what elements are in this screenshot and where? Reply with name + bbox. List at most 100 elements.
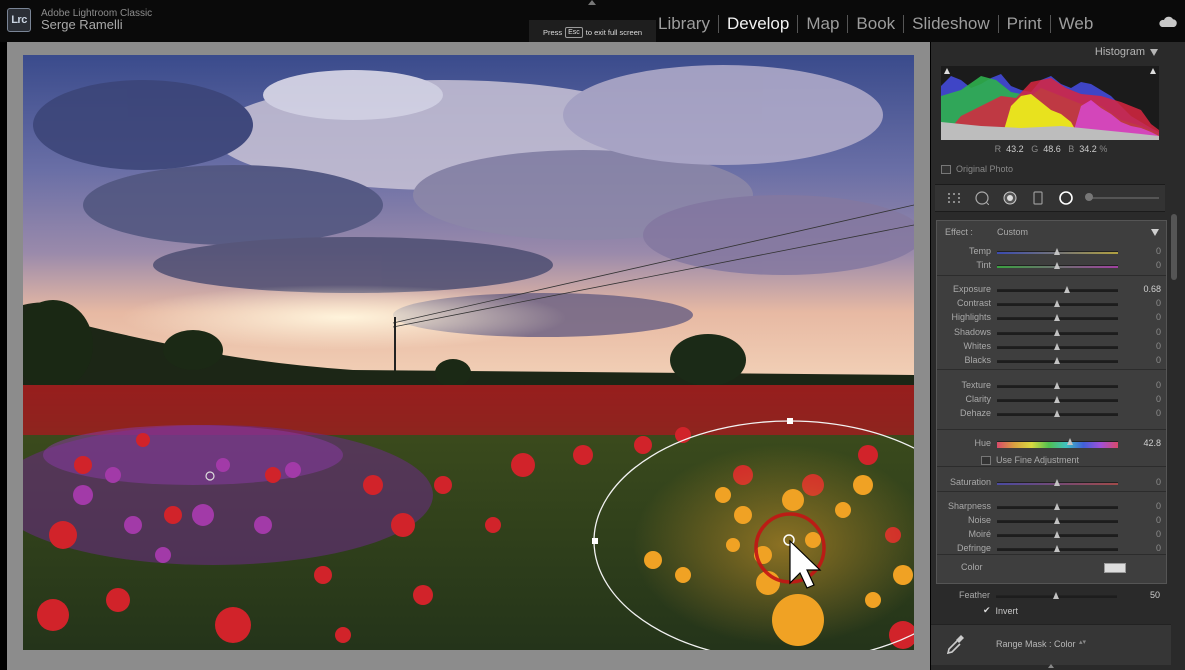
original-photo-toggle[interactable]: Original Photo bbox=[941, 164, 1013, 174]
hue-value[interactable]: 42.8 bbox=[1143, 438, 1161, 448]
exposure-slider[interactable] bbox=[997, 286, 1118, 293]
show-top-panel-arrow-icon[interactable] bbox=[588, 0, 596, 5]
highlights-value[interactable]: 0 bbox=[1156, 312, 1161, 322]
module-develop[interactable]: Develop bbox=[719, 14, 797, 34]
collapse-triangle-icon[interactable] bbox=[1150, 49, 1158, 56]
whites-slider[interactable] bbox=[997, 343, 1118, 350]
cloud-icon[interactable] bbox=[1158, 16, 1178, 28]
contrast-slider[interactable] bbox=[997, 300, 1118, 307]
texture-label: Texture bbox=[961, 380, 991, 390]
blacks-slider[interactable] bbox=[997, 357, 1118, 364]
histogram-header[interactable]: Histogram bbox=[931, 42, 1171, 62]
tint-value[interactable]: 0 bbox=[1156, 260, 1161, 270]
texture-slider-thumb[interactable] bbox=[1054, 382, 1060, 389]
module-print[interactable]: Print bbox=[999, 14, 1050, 34]
dropdown-arrows-icon[interactable]: ▴▾ bbox=[1079, 638, 1086, 646]
adjustment-brush-size-slider[interactable] bbox=[1085, 193, 1159, 201]
clarity-slider-row: Clarity 0 bbox=[937, 393, 1166, 407]
clarity-value[interactable]: 0 bbox=[1156, 394, 1161, 404]
temp-slider-thumb[interactable] bbox=[1054, 248, 1060, 255]
hue-slider-thumb[interactable] bbox=[1067, 438, 1074, 445]
effect-preset-row[interactable]: Effect : Custom bbox=[937, 226, 1166, 240]
module-slideshow[interactable]: Slideshow bbox=[904, 14, 998, 34]
radial-filter-icon[interactable] bbox=[1059, 191, 1073, 205]
sharpness-slider-thumb[interactable] bbox=[1054, 503, 1060, 510]
tint-slider-thumb[interactable] bbox=[1054, 262, 1060, 269]
user-name[interactable]: Serge Ramelli bbox=[41, 17, 123, 32]
saturation-slider[interactable] bbox=[997, 479, 1118, 486]
tint-slider[interactable] bbox=[997, 262, 1118, 269]
photo-preview[interactable] bbox=[23, 55, 914, 650]
shadows-value[interactable]: 0 bbox=[1156, 327, 1161, 337]
spot-removal-icon[interactable] bbox=[975, 191, 989, 205]
temp-label: Temp bbox=[968, 246, 991, 256]
whites-slider-thumb[interactable] bbox=[1054, 343, 1060, 350]
defringe-slider[interactable] bbox=[997, 545, 1118, 552]
saturation-value[interactable]: 0 bbox=[1156, 477, 1161, 487]
exposure-slider-thumb[interactable] bbox=[1063, 286, 1070, 293]
dehaze-value[interactable]: 0 bbox=[1156, 408, 1161, 418]
shadows-slider[interactable] bbox=[997, 329, 1118, 336]
defringe-value[interactable]: 0 bbox=[1156, 543, 1161, 553]
hue-slider[interactable] bbox=[997, 438, 1118, 448]
dehaze-slider[interactable] bbox=[997, 410, 1118, 417]
feather-slider-thumb[interactable] bbox=[1053, 592, 1059, 599]
texture-value[interactable]: 0 bbox=[1156, 380, 1161, 390]
noise-value[interactable]: 0 bbox=[1156, 515, 1161, 525]
collapse-triangle-icon[interactable] bbox=[1151, 229, 1159, 236]
moire-slider[interactable] bbox=[997, 531, 1118, 538]
invert-toggle[interactable]: ✔ Invert bbox=[983, 605, 1018, 616]
sharpness-value[interactable]: 0 bbox=[1156, 501, 1161, 511]
dehaze-slider-thumb[interactable] bbox=[1054, 410, 1060, 417]
fine-adjustment-toggle[interactable]: Use Fine Adjustment bbox=[981, 455, 1079, 465]
graduated-filter-icon[interactable] bbox=[1031, 191, 1045, 205]
contrast-value[interactable]: 0 bbox=[1156, 298, 1161, 308]
r-value: 43.2 bbox=[1006, 144, 1024, 154]
original-photo-checkbox[interactable] bbox=[941, 164, 951, 174]
hue-label: Hue bbox=[974, 438, 991, 448]
temp-value[interactable]: 0 bbox=[1156, 246, 1161, 256]
crop-overlay-icon[interactable] bbox=[947, 191, 961, 205]
g-label: G bbox=[1031, 144, 1039, 154]
fine-adjustment-checkbox[interactable] bbox=[981, 455, 991, 465]
texture-slider[interactable] bbox=[997, 382, 1118, 389]
adjustment-brush-icon[interactable] bbox=[1085, 193, 1093, 201]
feather-slider[interactable] bbox=[996, 592, 1117, 599]
blacks-value[interactable]: 0 bbox=[1156, 355, 1161, 365]
effect-dropdown[interactable]: Custom bbox=[997, 227, 1028, 237]
sharpness-slider[interactable] bbox=[997, 503, 1118, 510]
moire-slider-thumb[interactable] bbox=[1054, 531, 1060, 538]
whites-value[interactable]: 0 bbox=[1156, 341, 1161, 351]
panel-scrollbar[interactable] bbox=[1171, 214, 1177, 280]
whites-slider-row: Whites 0 bbox=[937, 340, 1166, 354]
noise-slider[interactable] bbox=[997, 517, 1118, 524]
temp-slider[interactable] bbox=[997, 248, 1118, 255]
module-map[interactable]: Map bbox=[798, 14, 847, 34]
highlights-slider[interactable] bbox=[997, 314, 1118, 321]
contrast-slider-thumb[interactable] bbox=[1054, 300, 1060, 307]
blacks-slider-thumb[interactable] bbox=[1054, 357, 1060, 364]
show-filmstrip-arrow-icon[interactable] bbox=[1048, 664, 1054, 668]
whites-label: Whites bbox=[963, 341, 991, 351]
section-divider bbox=[937, 554, 1166, 555]
color-swatch[interactable] bbox=[1104, 563, 1126, 573]
clarity-slider-thumb[interactable] bbox=[1054, 396, 1060, 403]
range-mask-dropdown[interactable]: Range Mask : Color bbox=[996, 639, 1076, 649]
clarity-slider[interactable] bbox=[997, 396, 1118, 403]
exposure-value[interactable]: 0.68 bbox=[1143, 284, 1161, 294]
noise-slider-thumb[interactable] bbox=[1054, 517, 1060, 524]
shadows-slider-thumb[interactable] bbox=[1054, 329, 1060, 336]
histogram-graph[interactable] bbox=[941, 66, 1159, 140]
module-library[interactable]: Library bbox=[650, 14, 718, 34]
feather-value[interactable]: 50 bbox=[1150, 590, 1160, 600]
module-book[interactable]: Book bbox=[848, 14, 903, 34]
red-eye-icon[interactable] bbox=[1003, 191, 1017, 205]
saturation-slider-thumb[interactable] bbox=[1054, 479, 1060, 486]
checkmark-icon[interactable]: ✔ bbox=[983, 605, 991, 616]
moire-value[interactable]: 0 bbox=[1156, 529, 1161, 539]
shadows-label: Shadows bbox=[953, 327, 991, 337]
module-web[interactable]: Web bbox=[1051, 14, 1102, 34]
eyedropper-icon[interactable] bbox=[945, 633, 965, 655]
defringe-slider-thumb[interactable] bbox=[1054, 545, 1060, 552]
highlights-slider-thumb[interactable] bbox=[1054, 314, 1060, 321]
